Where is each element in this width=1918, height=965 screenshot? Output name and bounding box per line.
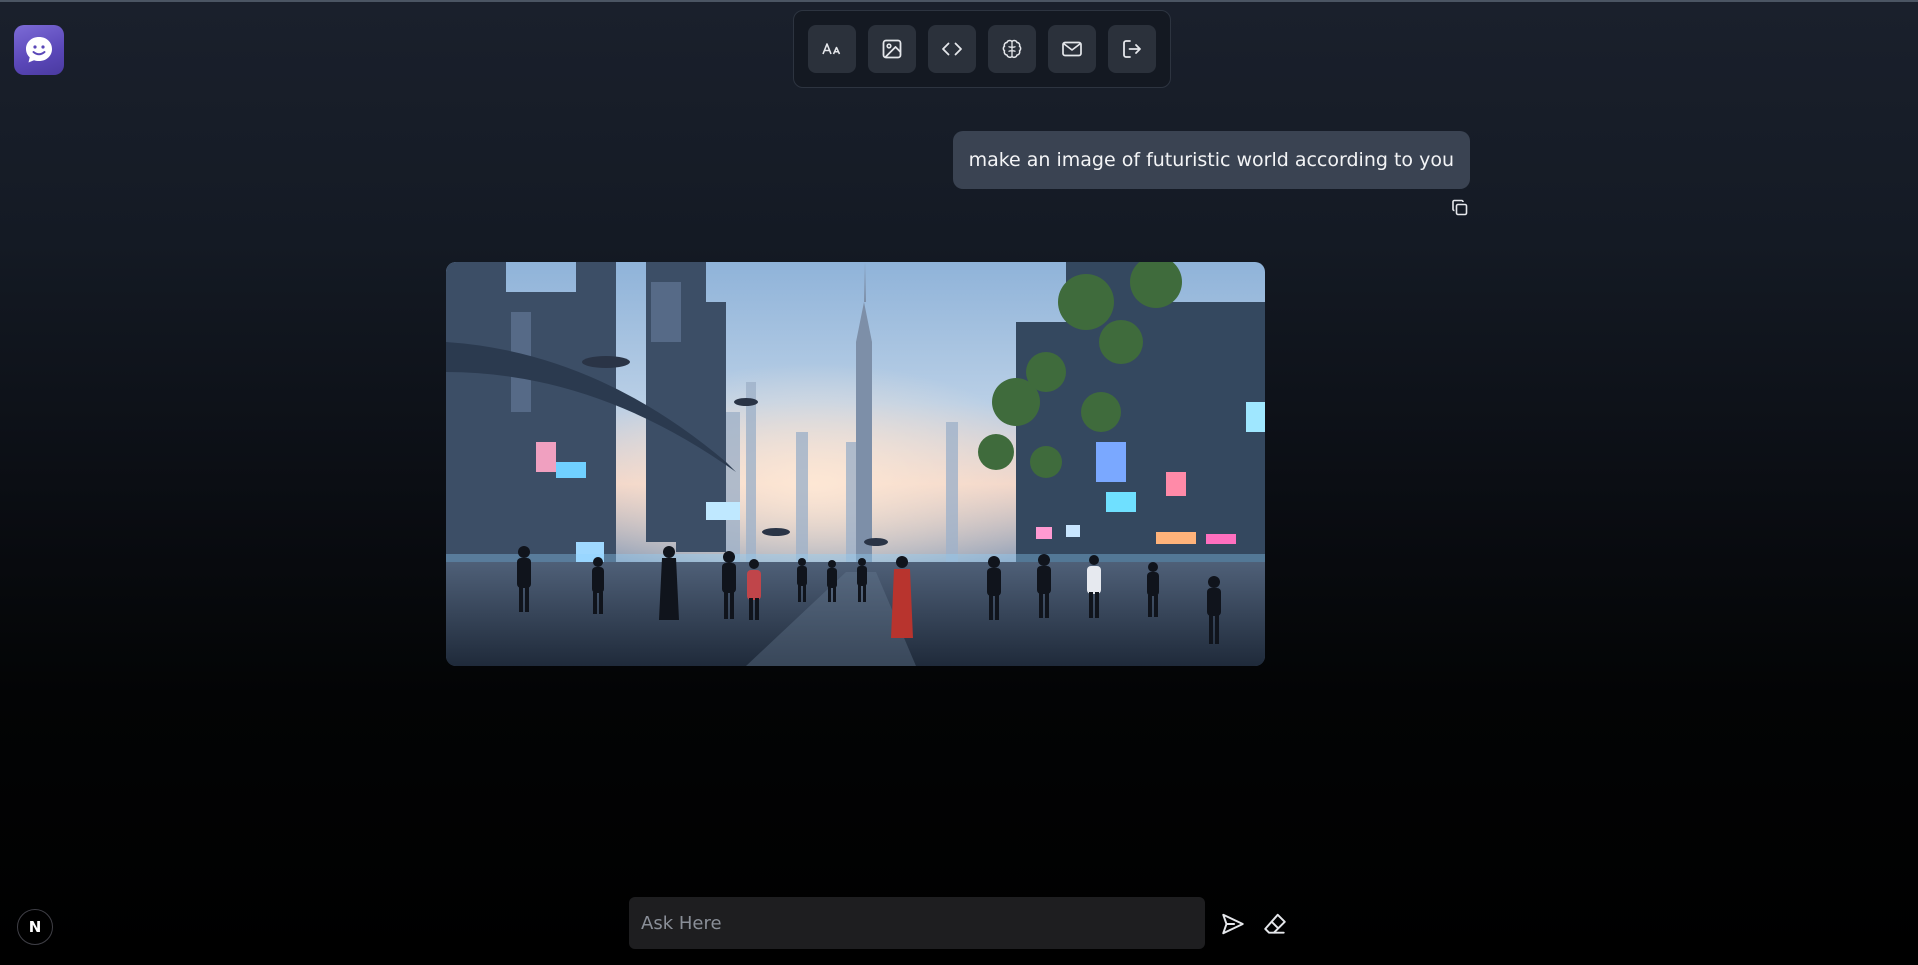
mode-toolbar [793,10,1171,88]
code-icon [942,42,962,56]
framework-badge[interactable]: N [17,909,53,945]
brain-icon [1002,39,1022,59]
copy-icon [1452,199,1468,216]
copy-message-button[interactable] [1449,197,1471,219]
clear-chat-button[interactable] [1261,910,1289,938]
image-icon [882,39,902,59]
top-border [0,0,1918,2]
brain-mode-button[interactable] [988,25,1036,73]
mail-button[interactable] [1048,25,1096,73]
code-mode-button[interactable] [928,25,976,73]
image-mode-button[interactable] [868,25,916,73]
futuristic-city-image [446,262,1265,666]
user-message-bubble: make an image of futuristic world accord… [952,131,1470,189]
text-format-icon [822,43,841,55]
mail-icon [1062,41,1082,57]
chat-bubble-smile-icon [26,37,52,63]
user-message-text: make an image of futuristic world accord… [968,149,1454,171]
logout-button[interactable] [1108,25,1156,73]
text-mode-button[interactable] [808,25,856,73]
app-logo[interactable] [14,25,64,75]
send-button[interactable] [1219,910,1247,938]
generated-image[interactable] [446,262,1265,666]
ask-input[interactable] [629,897,1205,949]
logout-icon [1123,40,1141,58]
badge-label: N [28,918,42,936]
send-icon [1222,913,1244,935]
eraser-icon [1264,913,1286,934]
